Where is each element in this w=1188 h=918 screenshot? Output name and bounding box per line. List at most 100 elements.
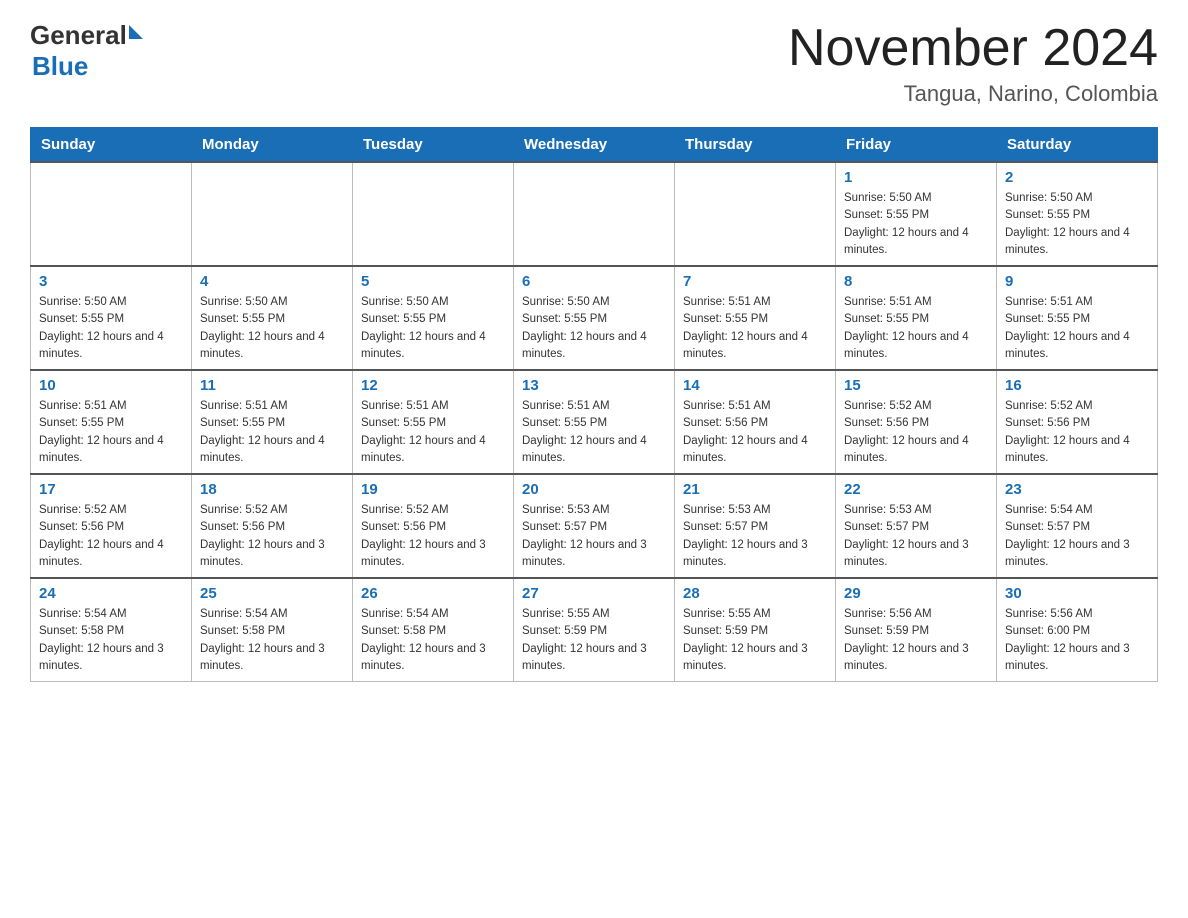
col-tuesday: Tuesday xyxy=(353,128,514,163)
calendar-cell xyxy=(675,162,836,266)
calendar-cell: 21 Sunrise: 5:53 AMSunset: 5:57 PMDayligh… xyxy=(675,474,836,578)
day-info: Sunrise: 5:51 AMSunset: 5:55 PMDaylight:… xyxy=(361,398,505,467)
day-info: Sunrise: 5:52 AMSunset: 5:56 PMDaylight:… xyxy=(200,502,344,571)
day-info: Sunrise: 5:51 AMSunset: 5:55 PMDaylight:… xyxy=(844,294,988,363)
day-number: 10 xyxy=(39,377,183,394)
week-row-3: 10 Sunrise: 5:51 AMSunset: 5:55 PMDayligh… xyxy=(31,370,1158,474)
calendar-cell xyxy=(192,162,353,266)
calendar-cell xyxy=(514,162,675,266)
day-number: 23 xyxy=(1005,481,1149,498)
day-number: 30 xyxy=(1005,585,1149,602)
calendar-cell: 17Sunrise: 5:52 AMSunset: 5:56 PMDayligh… xyxy=(31,474,192,578)
day-number: 9 xyxy=(1005,273,1149,290)
day-number: 8 xyxy=(844,273,988,290)
day-info: Sunrise: 5:50 AMSunset: 5:55 PMDaylight:… xyxy=(844,190,988,259)
day-number: 29 xyxy=(844,585,988,602)
day-number: 16 xyxy=(1005,377,1149,394)
day-number: 4 xyxy=(200,273,344,290)
day-number: 21 xyxy=(683,481,827,498)
day-number: 27 xyxy=(522,585,666,602)
day-number: 19 xyxy=(361,481,505,498)
calendar-cell: 30Sunrise: 5:56 AMSunset: 6:00 PMDayligh… xyxy=(997,578,1158,682)
day-number: 2 xyxy=(1005,169,1149,186)
calendar-cell: 9 Sunrise: 5:51 AMSunset: 5:55 PMDaylight… xyxy=(997,266,1158,370)
calendar-cell: 11 Sunrise: 5:51 AMSunset: 5:55 PMDayligh… xyxy=(192,370,353,474)
calendar-cell: 18 Sunrise: 5:52 AMSunset: 5:56 PMDayligh… xyxy=(192,474,353,578)
day-number: 12 xyxy=(361,377,505,394)
col-thursday: Thursday xyxy=(675,128,836,163)
calendar-cell: 14 Sunrise: 5:51 AMSunset: 5:56 PMDayligh… xyxy=(675,370,836,474)
calendar-cell: 4 Sunrise: 5:50 AMSunset: 5:55 PMDaylight… xyxy=(192,266,353,370)
calendar-cell xyxy=(353,162,514,266)
day-info: Sunrise: 5:54 AMSunset: 5:58 PMDaylight:… xyxy=(39,606,183,675)
logo-triangle-icon xyxy=(129,25,143,39)
calendar-cell xyxy=(31,162,192,266)
day-info: Sunrise: 5:50 AMSunset: 5:55 PMDaylight:… xyxy=(361,294,505,363)
day-info: Sunrise: 5:52 AMSunset: 5:56 PMDaylight:… xyxy=(1005,398,1149,467)
col-wednesday: Wednesday xyxy=(514,128,675,163)
day-info: Sunrise: 5:54 AMSunset: 5:57 PMDaylight:… xyxy=(1005,502,1149,571)
day-number: 14 xyxy=(683,377,827,394)
col-friday: Friday xyxy=(836,128,997,163)
calendar-cell: 22 Sunrise: 5:53 AMSunset: 5:57 PMDayligh… xyxy=(836,474,997,578)
day-info: Sunrise: 5:54 AMSunset: 5:58 PMDaylight:… xyxy=(361,606,505,675)
calendar-cell: 8 Sunrise: 5:51 AMSunset: 5:55 PMDaylight… xyxy=(836,266,997,370)
calendar-cell: 27 Sunrise: 5:55 AMSunset: 5:59 PMDayligh… xyxy=(514,578,675,682)
day-info: Sunrise: 5:50 AMSunset: 5:55 PMDaylight:… xyxy=(1005,190,1149,259)
day-info: Sunrise: 5:56 AMSunset: 5:59 PMDaylight:… xyxy=(844,606,988,675)
calendar-cell: 12 Sunrise: 5:51 AMSunset: 5:55 PMDayligh… xyxy=(353,370,514,474)
logo-blue: Blue xyxy=(32,51,143,82)
day-info: Sunrise: 5:51 AMSunset: 5:55 PMDaylight:… xyxy=(39,398,183,467)
day-number: 13 xyxy=(522,377,666,394)
calendar-cell: 20Sunrise: 5:53 AMSunset: 5:57 PMDayligh… xyxy=(514,474,675,578)
calendar-cell: 10 Sunrise: 5:51 AMSunset: 5:55 PMDayligh… xyxy=(31,370,192,474)
calendar-cell: 23 Sunrise: 5:54 AMSunset: 5:57 PMDayligh… xyxy=(997,474,1158,578)
calendar-cell: 24 Sunrise: 5:54 AMSunset: 5:58 PMDayligh… xyxy=(31,578,192,682)
calendar-cell: 13 Sunrise: 5:51 AMSunset: 5:55 PMDayligh… xyxy=(514,370,675,474)
calendar-cell: 25Sunrise: 5:54 AMSunset: 5:58 PMDayligh… xyxy=(192,578,353,682)
day-number: 20 xyxy=(522,481,666,498)
col-saturday: Saturday xyxy=(997,128,1158,163)
calendar-cell: 1Sunrise: 5:50 AMSunset: 5:55 PMDaylight… xyxy=(836,162,997,266)
day-info: Sunrise: 5:52 AMSunset: 5:56 PMDaylight:… xyxy=(844,398,988,467)
week-row-4: 17Sunrise: 5:52 AMSunset: 5:56 PMDayligh… xyxy=(31,474,1158,578)
title-section: November 2024 Tangua, Narino, Colombia xyxy=(788,20,1158,107)
day-info: Sunrise: 5:55 AMSunset: 5:59 PMDaylight:… xyxy=(522,606,666,675)
day-number: 22 xyxy=(844,481,988,498)
day-number: 3 xyxy=(39,273,183,290)
week-row-2: 3 Sunrise: 5:50 AMSunset: 5:55 PMDaylight… xyxy=(31,266,1158,370)
day-info: Sunrise: 5:51 AMSunset: 5:55 PMDaylight:… xyxy=(200,398,344,467)
calendar-cell: 26 Sunrise: 5:54 AMSunset: 5:58 PMDayligh… xyxy=(353,578,514,682)
day-number: 18 xyxy=(200,481,344,498)
day-info: Sunrise: 5:53 AMSunset: 5:57 PMDaylight:… xyxy=(683,502,827,571)
col-sunday: Sunday xyxy=(31,128,192,163)
page-header: General Blue November 2024 Tangua, Narin… xyxy=(30,20,1158,107)
day-info: Sunrise: 5:54 AMSunset: 5:58 PMDaylight:… xyxy=(200,606,344,675)
day-info: Sunrise: 5:50 AMSunset: 5:55 PMDaylight:… xyxy=(39,294,183,363)
location-title: Tangua, Narino, Colombia xyxy=(788,81,1158,107)
calendar-cell: 28Sunrise: 5:55 AMSunset: 5:59 PMDayligh… xyxy=(675,578,836,682)
calendar-cell: 5 Sunrise: 5:50 AMSunset: 5:55 PMDaylight… xyxy=(353,266,514,370)
logo-general: General xyxy=(30,20,127,51)
week-row-1: 1Sunrise: 5:50 AMSunset: 5:55 PMDaylight… xyxy=(31,162,1158,266)
day-info: Sunrise: 5:52 AMSunset: 5:56 PMDaylight:… xyxy=(39,502,183,571)
calendar-cell: 6Sunrise: 5:50 AMSunset: 5:55 PMDaylight… xyxy=(514,266,675,370)
calendar-cell: 2 Sunrise: 5:50 AMSunset: 5:55 PMDaylight… xyxy=(997,162,1158,266)
day-info: Sunrise: 5:53 AMSunset: 5:57 PMDaylight:… xyxy=(844,502,988,571)
day-info: Sunrise: 5:51 AMSunset: 5:56 PMDaylight:… xyxy=(683,398,827,467)
calendar-cell: 15Sunrise: 5:52 AMSunset: 5:56 PMDayligh… xyxy=(836,370,997,474)
day-number: 11 xyxy=(200,377,344,394)
day-info: Sunrise: 5:51 AMSunset: 5:55 PMDaylight:… xyxy=(683,294,827,363)
day-number: 26 xyxy=(361,585,505,602)
calendar-cell: 29 Sunrise: 5:56 AMSunset: 5:59 PMDayligh… xyxy=(836,578,997,682)
calendar-cell: 19 Sunrise: 5:52 AMSunset: 5:56 PMDayligh… xyxy=(353,474,514,578)
day-info: Sunrise: 5:50 AMSunset: 5:55 PMDaylight:… xyxy=(200,294,344,363)
day-info: Sunrise: 5:51 AMSunset: 5:55 PMDaylight:… xyxy=(1005,294,1149,363)
day-info: Sunrise: 5:51 AMSunset: 5:55 PMDaylight:… xyxy=(522,398,666,467)
day-info: Sunrise: 5:52 AMSunset: 5:56 PMDaylight:… xyxy=(361,502,505,571)
col-monday: Monday xyxy=(192,128,353,163)
day-number: 24 xyxy=(39,585,183,602)
day-number: 6 xyxy=(522,273,666,290)
month-title: November 2024 xyxy=(788,20,1158,77)
day-number: 5 xyxy=(361,273,505,290)
